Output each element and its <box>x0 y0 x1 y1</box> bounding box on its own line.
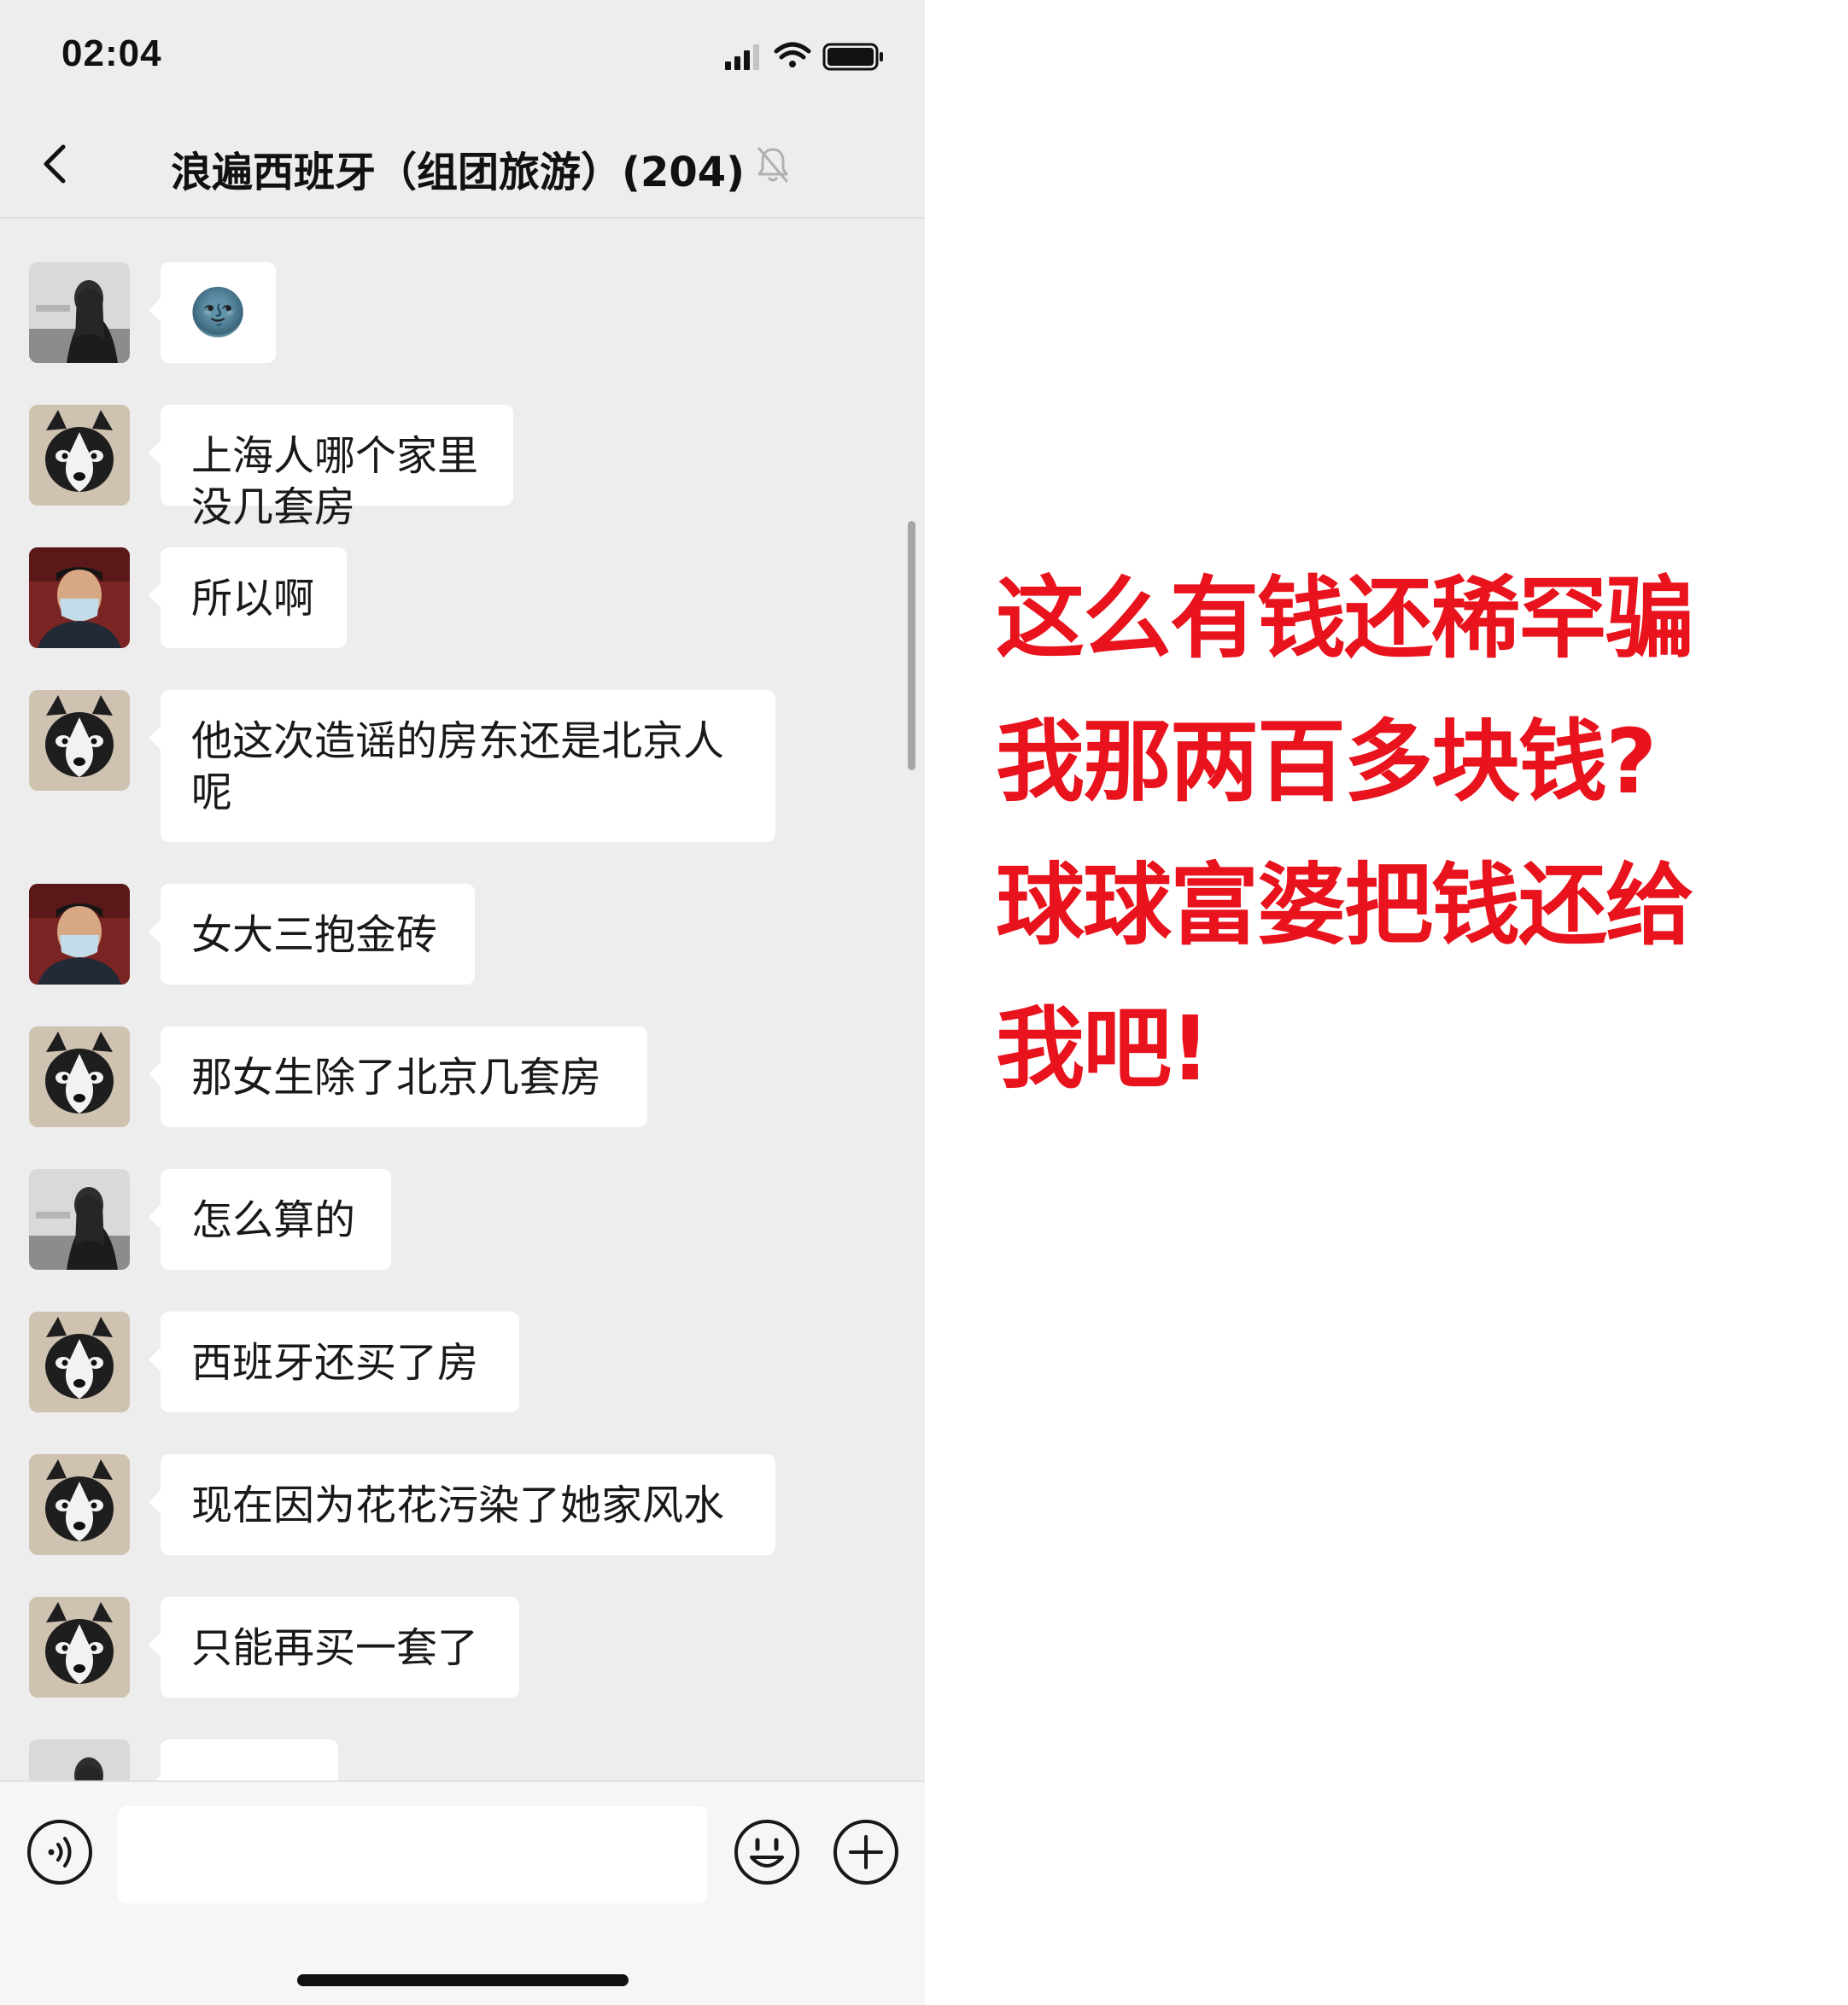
caption-line: 我吧! <box>996 997 1210 1101</box>
avatar-husky[interactable] <box>29 1597 130 1698</box>
message-bubble[interactable]: 怎么算的 <box>149 1169 391 1270</box>
message-list[interactable]: 🌚 上海人哪个家里没几套房 所以啊 他这次造谣的房东还是北京人呢 女大三抱金砖 … <box>0 218 925 1780</box>
mute-bell-icon <box>757 147 788 183</box>
avatar-man[interactable] <box>29 884 130 985</box>
message-bubble[interactable]: 他这次造谣的房东还是北京人呢 <box>149 690 775 842</box>
caption-line: 我那两百多块钱? <box>996 710 1657 814</box>
caption-line: 这么有钱还稀罕骗 <box>996 566 1694 670</box>
input-bar <box>0 1780 925 2005</box>
message-text: 怎么算的 <box>191 1196 356 1244</box>
avatar-woman[interactable] <box>29 1739 130 1780</box>
avatar-husky[interactable] <box>29 1312 130 1412</box>
message-bubble[interactable]: 现在因为花花污染了她家风水 <box>149 1454 775 1555</box>
message-text: 上海人哪个家里没几套房 <box>191 432 479 531</box>
message-text: 所以啊 <box>191 575 315 623</box>
emoji-icon[interactable] <box>733 1818 801 1886</box>
status-icons <box>720 39 891 77</box>
home-indicator <box>297 1974 629 1986</box>
scrollbar[interactable] <box>908 521 915 770</box>
avatar-husky[interactable] <box>29 1454 130 1555</box>
avatar-woman[interactable] <box>29 1169 130 1270</box>
message-bubble[interactable]: 西班牙还买了房 <box>149 1312 519 1412</box>
message-bubble[interactable]: 只能再买一套了 <box>149 1597 519 1698</box>
caption-text: 这么有钱还稀罕骗 我那两百多块钱? 球球富婆把钱还给 我吧! <box>996 547 1764 1120</box>
message-bubble[interactable]: 所以啊 <box>149 547 347 648</box>
status-time: 02:04 <box>61 32 162 74</box>
signal-icon <box>725 44 759 70</box>
message-text: 那女生除了北京几套房 <box>191 1054 602 1102</box>
message-bubble[interactable]: 女大三抱金砖 <box>149 884 475 985</box>
message-bubble[interactable]: 那女生除了北京几套房 <box>149 1026 647 1127</box>
plus-icon[interactable] <box>832 1818 900 1886</box>
status-bar: 02:04 <box>0 0 925 111</box>
avatar-husky[interactable] <box>29 1026 130 1127</box>
message-text: 西班牙还买了房 <box>191 1339 479 1387</box>
message-bubble[interactable]: 上海人哪个家里没几套房 <box>149 405 513 531</box>
back-arrow-icon[interactable] <box>34 137 72 191</box>
chat-header: 浪遍西班牙（组团旅游）(204) <box>0 111 925 219</box>
avatar-husky[interactable] <box>29 405 130 506</box>
caption-line: 球球富婆把钱还给 <box>996 853 1694 957</box>
moon-face-emoji: 🌚 <box>189 285 248 339</box>
wifi-icon <box>774 42 811 67</box>
voice-icon[interactable] <box>26 1818 94 1886</box>
message-text: 现在因为花花污染了她家风水 <box>191 1482 725 1529</box>
chat-screen: 02:04 浪遍西班牙（组团旅游）(204) 🌚 上海人哪个家里没几套房 所以啊… <box>0 0 925 2005</box>
avatar-woman[interactable] <box>29 262 130 363</box>
message-input[interactable] <box>118 1806 707 1903</box>
message-bubble[interactable]: 🌚 <box>149 262 276 363</box>
avatar-man[interactable] <box>29 547 130 648</box>
message-text: 他这次造谣的房东还是北京人呢 <box>191 717 725 816</box>
message-text: 女大三抱金砖 <box>191 911 438 959</box>
chat-title: 浪遍西班牙（组团旅游）(204) <box>171 149 746 196</box>
battery-icon <box>822 43 883 71</box>
message-text: 只能再买一套了 <box>191 1624 479 1672</box>
avatar-husky[interactable] <box>29 690 130 791</box>
message-bubble[interactable] <box>149 1739 338 1780</box>
